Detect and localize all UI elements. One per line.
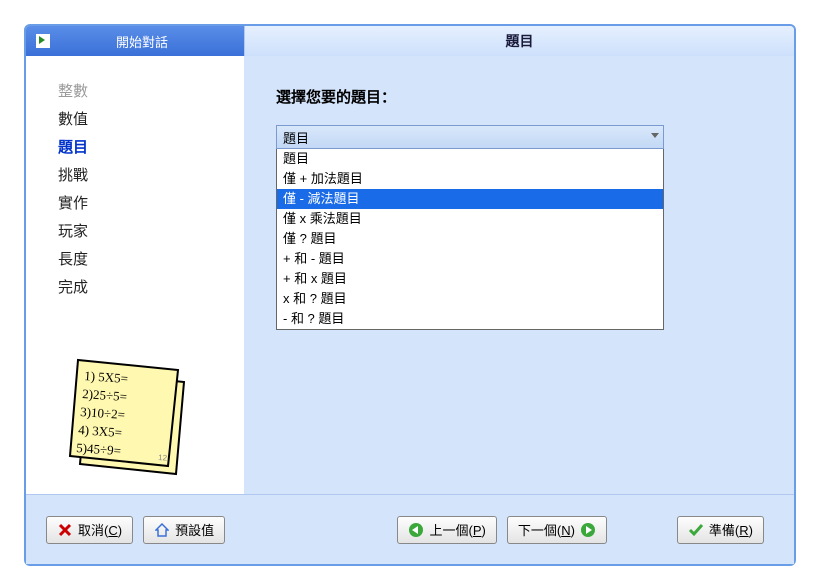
notepad-line: 4) 3X5= <box>78 422 123 440</box>
notepad-line: 3)10÷2= <box>80 404 126 422</box>
dropdown-item[interactable]: 僅 - 減法題目 <box>277 189 663 209</box>
prompt-label: 選擇您要的題目： <box>276 86 754 107</box>
main-panel: 選擇您要的題目： 題目 題目僅 + 加法題目僅 - 減法題目僅 x 乘法題目僅 … <box>244 56 794 494</box>
ready-label: 準備(R) <box>709 520 753 539</box>
topic-dropdown: 題目僅 + 加法題目僅 - 減法題目僅 x 乘法題目僅 ? 題目+ 和 - 題目… <box>276 149 664 330</box>
dropdown-item[interactable]: - 和 ? 題目 <box>277 309 663 329</box>
dialog-header: 開始對話 題目 <box>26 26 794 56</box>
sidebar: 整數數值題目挑戰實作玩家長度完成 1) 5X5= 2)25÷5= 3)10÷2=… <box>26 56 244 494</box>
sidebar-item[interactable]: 挑戰 <box>58 162 244 190</box>
arrow-right-icon <box>580 522 596 538</box>
dialog-body: 整數數值題目挑戰實作玩家長度完成 1) 5X5= 2)25÷5= 3)10÷2=… <box>26 56 794 494</box>
dialog-window: 開始對話 題目 整數數值題目挑戰實作玩家長度完成 1) 5X5= 2)25÷5=… <box>24 24 796 566</box>
arrow-left-icon <box>408 522 424 538</box>
notepad-line: 5)45÷9= <box>76 440 122 458</box>
dropdown-item[interactable]: + 和 x 題目 <box>277 269 663 289</box>
ready-button[interactable]: 準備(R) <box>677 516 764 544</box>
next-button[interactable]: 下一個(N) <box>507 516 607 544</box>
cancel-button[interactable]: 取消(C) <box>46 516 133 544</box>
dropdown-item[interactable]: + 和 - 題目 <box>277 249 663 269</box>
prev-button[interactable]: 上一個(P) <box>397 516 496 544</box>
dropdown-item[interactable]: x 和 ? 題目 <box>277 289 663 309</box>
prev-label: 上一個(P) <box>429 520 485 539</box>
dropdown-item[interactable]: 僅 x 乘法題目 <box>277 209 663 229</box>
header-left: 開始對話 <box>26 26 244 56</box>
start-dialog-icon <box>36 34 50 48</box>
sidebar-item[interactable]: 玩家 <box>58 218 244 246</box>
next-label: 下一個(N) <box>518 520 575 539</box>
dropdown-item[interactable]: 題目 <box>277 149 663 169</box>
sidebar-item[interactable]: 完成 <box>58 274 244 302</box>
sidebar-item[interactable]: 長度 <box>58 246 244 274</box>
home-icon <box>154 522 170 538</box>
dropdown-item[interactable]: 僅 ? 題目 <box>277 229 663 249</box>
cancel-label: 取消(C) <box>78 520 122 539</box>
defaults-button[interactable]: 預設值 <box>143 516 225 544</box>
sidebar-item[interactable]: 數值 <box>58 106 244 134</box>
notepad-illustration: 1) 5X5= 2)25÷5= 3)10÷2= 4) 3X5= 5)45÷9= … <box>52 338 212 488</box>
notepad-line: 2)25÷5= <box>82 386 128 404</box>
sidebar-item[interactable]: 題目 <box>58 134 244 162</box>
defaults-label: 預設值 <box>175 520 214 539</box>
chevron-down-icon <box>651 133 659 138</box>
check-icon <box>688 522 704 538</box>
topic-select-value: 題目 <box>283 128 309 147</box>
notepad-line: 1) 5X5= <box>84 368 129 386</box>
dialog-footer: 取消(C) 預設值 上一個(P) 下一個(N) 準備(R) <box>26 494 794 564</box>
dropdown-item[interactable]: 僅 + 加法題目 <box>277 169 663 189</box>
header-left-label: 開始對話 <box>60 32 244 51</box>
header-title: 題目 <box>244 26 794 56</box>
sidebar-item[interactable]: 實作 <box>58 190 244 218</box>
cancel-icon <box>57 522 73 538</box>
topic-select[interactable]: 題目 <box>276 125 664 149</box>
sidebar-item: 整數 <box>58 78 244 106</box>
svg-text:12: 12 <box>158 453 168 463</box>
